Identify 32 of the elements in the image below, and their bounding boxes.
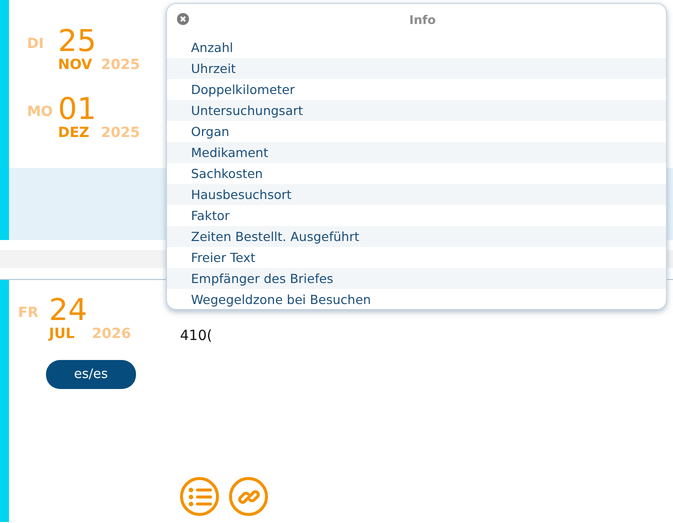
weekday-label: DI bbox=[27, 35, 44, 54]
menu-item[interactable]: Freier Text bbox=[167, 247, 666, 268]
list-button[interactable] bbox=[180, 477, 219, 516]
year-label: 2025 bbox=[101, 57, 140, 73]
weekday-label: FR bbox=[18, 304, 38, 323]
menu-item[interactable]: Anzahl bbox=[167, 37, 666, 58]
link-button[interactable] bbox=[229, 477, 268, 516]
year-label: 2025 bbox=[101, 125, 140, 141]
year-label: 2026 bbox=[92, 326, 131, 342]
menu-item[interactable]: Medikament bbox=[167, 142, 666, 163]
menu-item[interactable]: Faktor bbox=[167, 205, 666, 226]
popup-title: Info bbox=[409, 13, 436, 27]
menu-item[interactable]: Sachkosten bbox=[167, 163, 666, 184]
menu-item[interactable]: Doppelkilometer bbox=[167, 79, 666, 100]
day-number: 25 bbox=[58, 27, 96, 57]
menu-item[interactable]: Hausbesuchsort bbox=[167, 184, 666, 205]
month-label: JUL bbox=[49, 326, 74, 342]
menu-item[interactable]: Wegegeldzone bei Besuchen bbox=[167, 289, 666, 310]
user-button[interactable]: es/es bbox=[46, 360, 136, 389]
day-number: 24 bbox=[49, 296, 88, 326]
list-icon bbox=[188, 486, 212, 506]
month-label: DEZ bbox=[58, 125, 90, 141]
month-label: NOV bbox=[58, 57, 92, 73]
close-icon[interactable] bbox=[177, 13, 189, 25]
menu-item[interactable]: Empfänger des Briefes bbox=[167, 268, 666, 289]
menu-item[interactable]: Organ bbox=[167, 121, 666, 142]
text-value[interactable]: 410( bbox=[180, 326, 673, 347]
menu-item[interactable]: Zeiten Bestellt. Ausgeführt bbox=[167, 226, 666, 247]
weekday-label: MO bbox=[27, 103, 53, 122]
menu-item[interactable]: Untersuchungsart bbox=[167, 100, 666, 121]
day-number: 01 bbox=[58, 95, 96, 125]
menu-item[interactable]: Uhrzeit bbox=[167, 58, 666, 79]
